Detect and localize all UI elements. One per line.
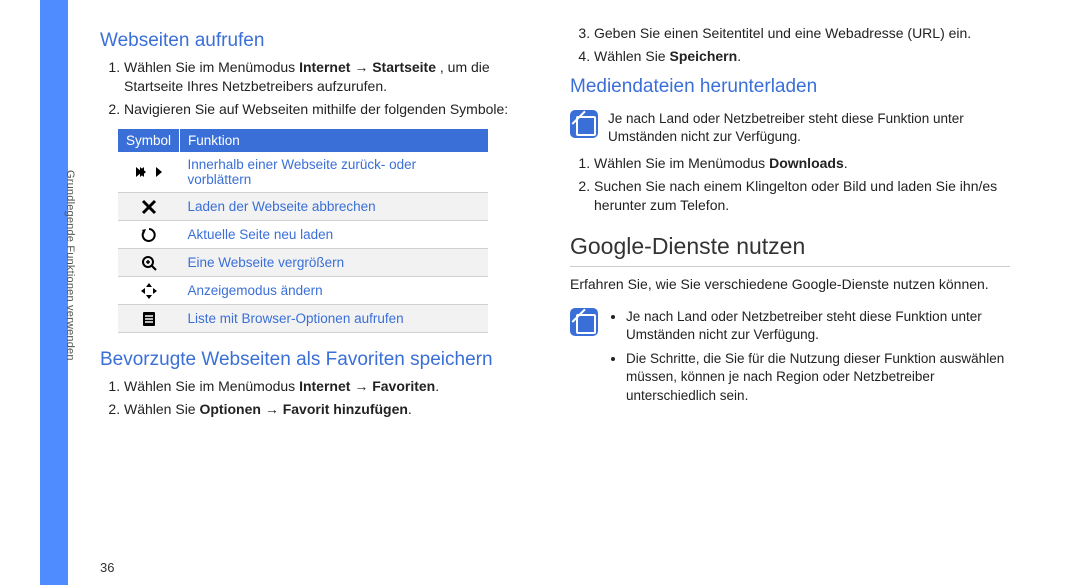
list-item: Je nach Land oder Netzbetreiber steht di…	[626, 308, 1010, 344]
note-text: Je nach Land oder Netzbetreiber steht di…	[608, 110, 1010, 146]
left-column: Webseiten aufrufen Wählen Sie im Menümod…	[100, 24, 540, 564]
list-item: Wählen Sie im Menümodus Internet → Start…	[124, 58, 540, 96]
google-intro: Erfahren Sie, wie Sie verschiedene Googl…	[570, 275, 1010, 294]
note-box-1: Je nach Land oder Netzbetreiber steht di…	[570, 110, 1010, 146]
table-row: Eine Webseite vergrößern	[118, 248, 488, 276]
display-mode-icon	[118, 276, 180, 304]
heading-rule	[570, 266, 1010, 267]
cell-text: Laden der Webseite abbrechen	[180, 192, 488, 220]
list-item: Navigieren Sie auf Webseiten mithilfe de…	[124, 100, 540, 119]
note-icon	[570, 308, 598, 336]
steps-continued: Geben Sie einen Seitentitel und eine Web…	[570, 24, 1010, 70]
cancel-icon	[118, 192, 180, 220]
list-item: Geben Sie einen Seitentitel und eine Web…	[594, 24, 1010, 43]
table-row: Anzeigemodus ändern	[118, 276, 488, 304]
heading-google-dienste: Google-Dienste nutzen	[570, 233, 1010, 260]
cell-text: Innerhalb einer Webseite zurück- oder vo…	[180, 152, 488, 193]
table-row: Aktuelle Seite neu laden	[118, 220, 488, 248]
th-funktion: Funktion	[180, 129, 488, 152]
nav-arrows-icon	[118, 152, 180, 193]
list-item: Wählen Sie Optionen → Favorit hinzufügen…	[124, 400, 540, 419]
page-content: Webseiten aufrufen Wählen Sie im Menümod…	[100, 24, 1040, 564]
list-item: Suchen Sie nach einem Klingelton oder Bi…	[594, 177, 1010, 215]
menu-list-icon	[118, 304, 180, 332]
table-row: Laden der Webseite abbrechen	[118, 192, 488, 220]
note-icon	[570, 110, 598, 138]
cell-text: Aktuelle Seite neu laden	[180, 220, 488, 248]
steps-webseiten-aufrufen: Wählen Sie im Menümodus Internet → Start…	[100, 58, 540, 123]
page-number: 36	[100, 560, 114, 575]
steps-medien: Wählen Sie im Menümodus Downloads. Suche…	[570, 154, 1010, 219]
heading-favoriten: Bevorzugte Webseiten als Favoriten speic…	[100, 349, 540, 371]
cell-text: Anzeigemodus ändern	[180, 276, 488, 304]
th-symbol: Symbol	[118, 129, 180, 152]
list-item: Wählen Sie im Menümodus Downloads.	[594, 154, 1010, 173]
note-text: Je nach Land oder Netzbetreiber steht di…	[608, 308, 1010, 411]
symbol-table: Symbol Funktion Innerhalb einer Webseite…	[118, 129, 488, 333]
list-item: Wählen Sie Speichern.	[594, 47, 1010, 66]
cell-text: Liste mit Browser-Optionen aufrufen	[180, 304, 488, 332]
cell-text: Eine Webseite vergrößern	[180, 248, 488, 276]
sidebar-running-head: Grundlegende Funktionen verwenden	[64, 170, 76, 490]
reload-icon	[118, 220, 180, 248]
heading-webseiten-aufrufen: Webseiten aufrufen	[100, 30, 540, 52]
table-row: Liste mit Browser-Optionen aufrufen	[118, 304, 488, 332]
zoom-in-icon	[118, 248, 180, 276]
note-box-2: Je nach Land oder Netzbetreiber steht di…	[570, 308, 1010, 411]
heading-mediendateien: Mediendateien herunterladen	[570, 76, 1010, 98]
list-item: Wählen Sie im Menümodus Internet → Favor…	[124, 377, 540, 396]
table-row: Innerhalb einer Webseite zurück- oder vo…	[118, 152, 488, 193]
right-column: Geben Sie einen Seitentitel und eine Web…	[570, 24, 1010, 564]
list-item: Die Schritte, die Sie für die Nutzung di…	[626, 350, 1010, 405]
steps-favoriten: Wählen Sie im Menümodus Internet → Favor…	[100, 377, 540, 423]
